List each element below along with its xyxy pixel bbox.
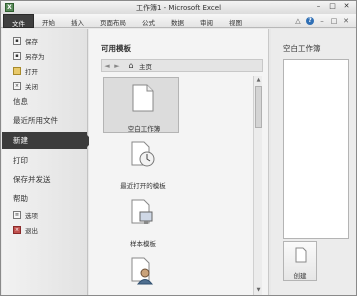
help-icon[interactable]: ? [306,17,314,25]
preview-thumbnail [283,59,349,239]
ribbon-help-controls: △ ? – □ ✕ [294,17,350,25]
my-templates-icon [131,257,154,285]
blank-workbook-icon [132,84,154,112]
templates-grid: 空白工作簿 最近打开的模板 样本模板 [101,76,251,295]
preview-title: 空白工作簿 [283,44,321,53]
forward-arrow-icon[interactable]: ► [112,62,122,70]
window-title: 工作簿1 - Microsoft Excel [135,4,222,12]
preview-panel: 空白工作簿 创建 [271,29,356,295]
template-blank-workbook[interactable]: 空白工作簿 [101,76,251,134]
templates-title: 可用模板 [101,44,131,53]
tab-page-layout[interactable]: 页面布局 [92,14,134,28]
tab-data[interactable]: 数据 [163,14,192,28]
nav-exit-label: 退出 [25,226,38,235]
doc-restore-icon[interactable]: □ [330,17,338,25]
templates-navbar: ◄ ► ⌂ 主页 [101,59,263,72]
close-doc-icon: × [13,81,21,90]
save-as-icon: ▪ [13,51,21,60]
save-icon: ▪ [13,36,21,45]
tab-view[interactable]: 视图 [221,14,250,28]
scroll-up-icon[interactable]: ▲ [254,76,263,85]
nav-info[interactable]: 信息 [2,93,87,110]
nav-close[interactable]: × 关闭 [2,78,87,93]
minimize-button[interactable]: – [313,2,324,12]
tab-file[interactable]: 文件 [3,14,34,28]
nav-open[interactable]: 打开 [2,63,87,78]
nav-save[interactable]: ▪ 保存 [2,33,87,48]
template-label: 空白工作簿 [127,125,161,133]
nav-save-as-label: 另存为 [25,52,45,61]
templates-panel: 可用模板 ◄ ► ⌂ 主页 空白工作簿 最近打开的模板 样本模板 ▲ ▼ [89,29,269,295]
back-arrow-icon[interactable]: ◄ [102,62,112,70]
template-label: 最近打开的模板 [120,182,166,190]
template-my-templates[interactable] [101,250,251,295]
exit-icon: × [13,225,21,234]
nav-close-label: 关闭 [25,82,38,91]
tab-home[interactable]: 开始 [34,14,63,28]
templates-scrollbar[interactable]: ▲ ▼ [253,76,262,295]
create-document-icon [295,247,307,263]
create-button[interactable]: 创建 [283,241,317,281]
doc-close-icon[interactable]: ✕ [342,17,350,25]
excel-window: X 工作簿1 - Microsoft Excel – □ ✕ 文件 开始 插入 … [0,0,357,296]
tab-review[interactable]: 审阅 [192,14,221,28]
nav-print[interactable]: 打印 [2,152,87,169]
nav-save-label: 保存 [25,37,38,46]
nav-options[interactable]: ≡ 选项 [2,207,87,222]
nav-save-send[interactable]: 保存并发送 [2,171,87,188]
maximize-button[interactable]: □ [327,2,338,12]
doc-minimize-icon[interactable]: – [318,17,326,25]
options-icon: ≡ [13,210,21,219]
template-recent[interactable]: 最近打开的模板 [101,134,251,192]
nav-save-as[interactable]: ▪ 另存为 [2,48,87,63]
close-window-button[interactable]: ✕ [341,2,352,12]
sample-templates-icon [131,199,153,224]
ribbon-collapse-icon[interactable]: △ [294,17,302,25]
tab-formulas[interactable]: 公式 [134,14,163,28]
nav-options-label: 选项 [25,211,38,220]
create-label: 创建 [293,272,307,280]
template-sample[interactable]: 样本模板 [101,192,251,250]
nav-new[interactable]: 新建 [2,132,93,149]
nav-exit[interactable]: × 退出 [2,222,87,237]
title-bar: X 工作簿1 - Microsoft Excel – □ ✕ [1,1,356,14]
nav-help[interactable]: 帮助 [2,190,87,207]
backstage-nav: ▪ 保存 ▪ 另存为 打开 × 关闭 信息 最近所用文件 新建 打印 保存并发送… [2,29,93,295]
home-label[interactable]: 主页 [139,61,152,71]
scroll-thumb[interactable] [255,86,262,128]
open-icon [13,66,21,75]
home-icon[interactable]: ⌂ [126,61,136,70]
template-label: 样本模板 [130,240,156,248]
scroll-down-icon[interactable]: ▼ [254,286,263,295]
window-controls: – □ ✕ [313,2,352,12]
tab-insert[interactable]: 插入 [63,14,92,28]
recent-templates-icon [131,141,155,167]
nav-open-label: 打开 [25,67,38,76]
nav-recent[interactable]: 最近所用文件 [2,112,87,129]
